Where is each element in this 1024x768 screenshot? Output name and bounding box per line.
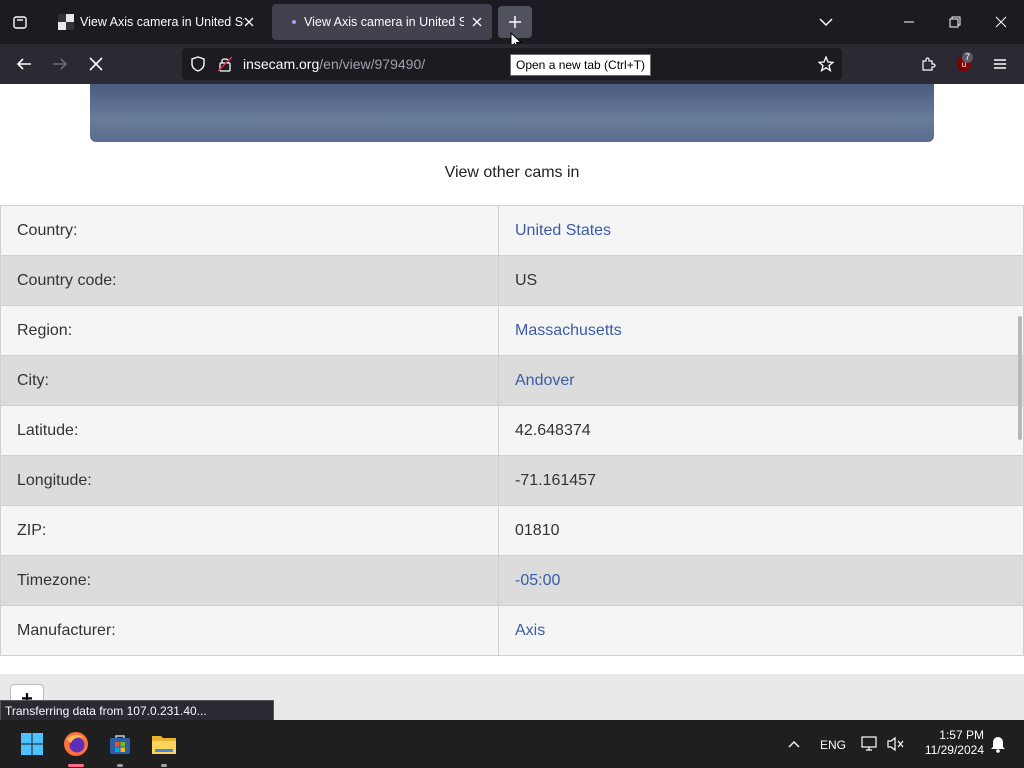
tab-title: View Axis camera in United States xyxy=(304,15,464,29)
system-clock[interactable]: 1:57 PM 11/29/2024 xyxy=(912,728,984,758)
microsoft-store-icon xyxy=(110,735,130,754)
table-row: City: Andover xyxy=(0,355,1024,406)
other-cams-heading: View other cams in xyxy=(444,164,580,181)
minimize-icon xyxy=(904,21,914,23)
folder-icon xyxy=(152,736,176,754)
ublock-count-badge: 7 xyxy=(962,52,974,63)
tab-2-active[interactable]: View Axis camera in United States xyxy=(272,4,492,40)
longitude-label: Longitude: xyxy=(0,455,499,506)
table-row: Manufacturer: Axis xyxy=(0,605,1024,656)
app-running-indicator xyxy=(117,764,123,767)
volume-button[interactable] xyxy=(880,728,912,760)
back-arrow-icon xyxy=(16,58,31,70)
manufacturer-link[interactable]: Axis xyxy=(515,622,545,639)
longitude-value: -71.161457 xyxy=(498,455,1024,506)
zip-value: 01810 xyxy=(498,505,1024,556)
open-menu-button[interactable] xyxy=(988,52,1012,76)
extensions-button[interactable] xyxy=(916,52,940,76)
table-row: ZIP: 01810 xyxy=(0,505,1024,556)
scrollbar-thumb[interactable] xyxy=(1018,316,1022,440)
tracking-protection-shield-icon[interactable] xyxy=(190,56,206,72)
zip-label: ZIP: xyxy=(0,505,499,556)
url-path: /en/view/979490/ xyxy=(319,56,426,72)
speaker-muted-icon xyxy=(887,736,904,752)
city-link[interactable]: Andover xyxy=(515,372,575,389)
clock-time: 1:57 PM xyxy=(939,728,984,742)
url-text[interactable]: insecam.org/en/view/979490/ xyxy=(243,56,425,72)
site-favicon xyxy=(58,14,74,30)
app-running-indicator xyxy=(161,764,167,767)
firefox-icon xyxy=(64,732,88,756)
country-link[interactable]: United States xyxy=(515,222,611,239)
manufacturer-label: Manufacturer: xyxy=(0,605,499,656)
latitude-value: 42.648374 xyxy=(498,405,1024,456)
start-button[interactable] xyxy=(16,728,48,760)
loading-indicator-icon xyxy=(292,20,296,24)
restore-button[interactable] xyxy=(943,10,967,34)
country-code-label: Country code: xyxy=(0,255,499,306)
file-explorer-taskbar-button[interactable] xyxy=(148,728,180,760)
windows-logo-icon xyxy=(21,733,43,755)
insecure-lock-icon[interactable] xyxy=(218,56,232,72)
forward-arrow-icon xyxy=(53,58,68,70)
page-viewport: View other cams in Country: United State… xyxy=(0,84,1024,720)
region-label: Region: xyxy=(0,305,499,356)
tab-1[interactable]: View Axis camera in United States xyxy=(50,4,264,40)
tab-overview-icon xyxy=(13,16,27,29)
close-tab-icon[interactable] xyxy=(240,13,258,31)
close-icon xyxy=(995,16,1007,28)
region-link[interactable]: Massachusetts xyxy=(515,322,622,339)
tab-bar: View Axis camera in United States View A… xyxy=(0,0,1024,50)
latitude-label: Latitude: xyxy=(0,405,499,456)
close-tab-icon[interactable] xyxy=(468,13,486,31)
timezone-link[interactable]: -05:00 xyxy=(515,572,560,589)
show-hidden-icons-button[interactable] xyxy=(778,728,810,760)
notifications-button[interactable] xyxy=(982,728,1014,760)
hamburger-menu-icon xyxy=(994,59,1006,69)
puzzle-piece-icon xyxy=(922,57,936,71)
status-panel: Transferring data from 107.0.231.40... xyxy=(0,700,274,722)
tab-title: View Axis camera in United States xyxy=(80,15,244,29)
windows-taskbar: ENG 1:57 PM 11/29/2024 xyxy=(0,720,1024,768)
minimize-button[interactable] xyxy=(897,10,921,34)
back-button[interactable] xyxy=(12,52,36,76)
stop-loading-button[interactable] xyxy=(84,52,108,76)
country-code-value: US xyxy=(498,255,1024,306)
list-all-tabs-button[interactable] xyxy=(814,10,838,34)
tab-overview-button[interactable] xyxy=(8,10,32,34)
city-label: City: xyxy=(0,355,499,406)
bookmark-star-icon[interactable] xyxy=(818,56,834,72)
stop-icon xyxy=(89,57,103,71)
language-indicator[interactable]: ENG xyxy=(820,738,846,752)
chevron-up-icon xyxy=(788,741,800,748)
table-row: Latitude: 42.648374 xyxy=(0,405,1024,456)
camera-info-table: Country: United States Country code: US … xyxy=(0,205,1024,656)
active-app-indicator xyxy=(68,764,84,767)
forward-button[interactable] xyxy=(48,52,72,76)
timezone-label: Timezone: xyxy=(0,555,499,606)
table-row: Region: Massachusetts xyxy=(0,305,1024,356)
network-monitor-icon xyxy=(861,736,877,751)
country-label: Country: xyxy=(0,205,499,256)
plus-icon xyxy=(509,16,521,28)
url-host: insecam.org xyxy=(243,56,320,72)
table-row: Country: United States xyxy=(0,205,1024,256)
store-taskbar-button[interactable] xyxy=(104,728,136,760)
firefox-taskbar-button[interactable] xyxy=(60,728,92,760)
camera-image[interactable] xyxy=(90,84,934,142)
restore-icon xyxy=(949,16,961,28)
table-row: Country code: US xyxy=(0,255,1024,306)
new-tab-tooltip: Open a new tab (Ctrl+T) xyxy=(510,54,652,76)
clock-date: 11/29/2024 xyxy=(924,743,984,757)
bell-icon xyxy=(991,737,1005,753)
table-row: Longitude: -71.161457 xyxy=(0,455,1024,506)
table-row: Timezone: -05:00 xyxy=(0,555,1024,606)
close-window-button[interactable] xyxy=(989,10,1013,34)
chevron-down-icon xyxy=(819,18,833,27)
